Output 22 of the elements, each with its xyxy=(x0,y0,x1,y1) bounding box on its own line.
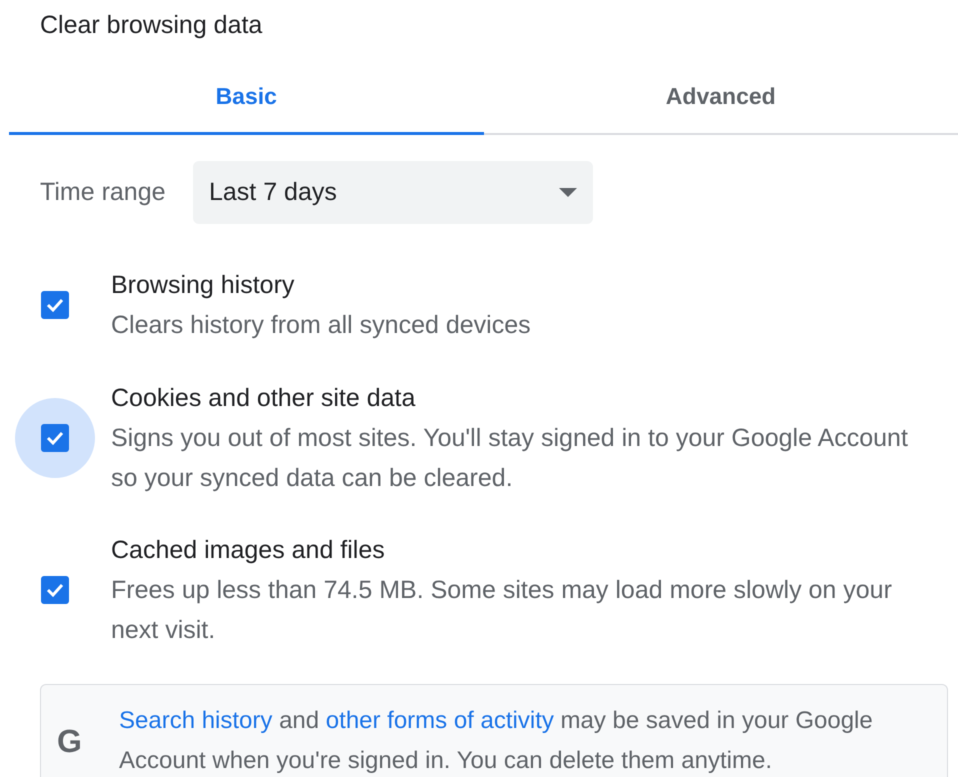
option-description: Clears history from all synced devices xyxy=(111,310,532,341)
option-description: Frees up less than 74.5 MB. Some sites may load more slowly on your next visit. xyxy=(111,575,893,646)
field-label: Time range xyxy=(40,178,167,207)
checkbox[interactable] xyxy=(41,291,69,319)
check-icon xyxy=(45,297,65,313)
logo: G xyxy=(57,722,83,760)
notice-text: Search history and other forms of activity may be saved in your Google Account when you're signed in. You can delete them anytime. xyxy=(119,706,874,776)
checkbox[interactable] xyxy=(41,424,69,452)
option-title: Cached images and files xyxy=(111,535,386,566)
tab[interactable]: Basic xyxy=(9,58,484,135)
option-description: Signs you out of most sites. You'll stay signed in to your Google Account so your synced data can be cleared. xyxy=(111,423,909,494)
check-icon xyxy=(45,430,65,446)
time-range-dropdown[interactable]: Last 7 days xyxy=(193,161,593,224)
checkbox[interactable] xyxy=(41,576,69,604)
option-title: Browsing history xyxy=(111,270,296,301)
link[interactable]: Search history xyxy=(119,707,272,734)
link[interactable]: other forms of activity xyxy=(326,707,554,734)
caret-icon xyxy=(559,188,577,197)
check-icon xyxy=(45,582,65,598)
dialog-title: Clear browsing data xyxy=(39,10,264,41)
option-title: Cookies and other site data xyxy=(111,383,416,414)
tab[interactable]: Advanced xyxy=(484,58,958,135)
